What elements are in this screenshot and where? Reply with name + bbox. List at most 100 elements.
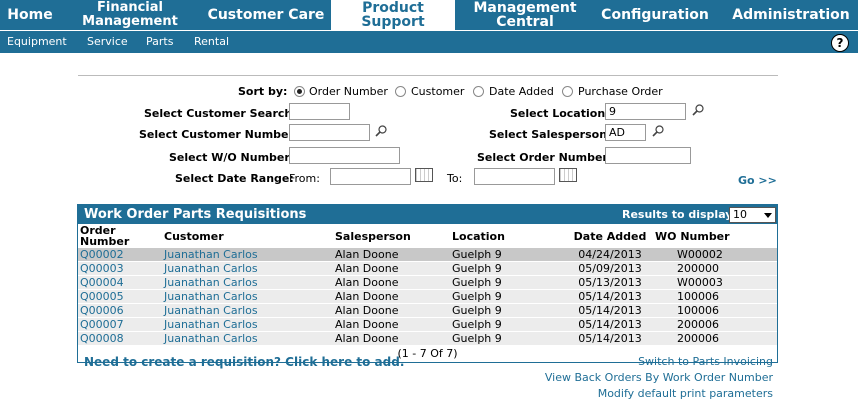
order-number-link[interactable]: Q00005 <box>80 290 124 303</box>
customer-link[interactable]: Juanathan Carlos <box>164 304 258 317</box>
from-calendar-icon[interactable] <box>415 168 433 182</box>
wo-number-cell: 200000 <box>653 261 777 276</box>
search-panel: Sort by: Order Number Customer Date Adde… <box>78 75 778 196</box>
to-label: To: <box>447 172 463 185</box>
salesperson-cell: Alan Doone <box>333 275 450 290</box>
customer-link[interactable]: Juanathan Carlos <box>164 276 258 289</box>
col-salesperson[interactable]: Salesperson <box>333 224 450 248</box>
salesperson-input[interactable]: AD <box>605 124 646 141</box>
col-order-number[interactable]: Order Number <box>78 224 162 248</box>
col-customer[interactable]: Customer <box>162 224 333 248</box>
wo-number-cell: W00002 <box>653 248 777 262</box>
sort-date-added-radio[interactable] <box>473 86 484 97</box>
location-label: Select Location: <box>510 107 610 120</box>
location-cell: Guelph 9 <box>450 331 567 346</box>
help-icon[interactable]: ? <box>831 34 849 52</box>
grid-header: Work Order Parts Requisitions Results to… <box>78 205 777 224</box>
nav-management-central[interactable]: Management Central <box>455 0 595 30</box>
customer-link[interactable]: Juanathan Carlos <box>164 332 258 345</box>
go-button[interactable]: Go >> <box>738 174 777 187</box>
customer-number-label: Select Customer Number: <box>139 128 299 141</box>
order-number-link[interactable]: Q00008 <box>80 332 124 345</box>
customer-search-input[interactable] <box>289 103 350 120</box>
customer-search-label: Select Customer Search: <box>144 107 297 120</box>
salesperson-cell: Alan Doone <box>333 303 450 318</box>
order-number-link[interactable]: Q00004 <box>80 276 124 289</box>
location-lookup-icon[interactable] <box>692 104 704 116</box>
table-row[interactable]: Q00004 Juanathan Carlos Alan Doone Guelp… <box>78 275 777 290</box>
salesperson-label: Select Salesperson: <box>489 128 612 141</box>
from-label: From: <box>289 172 320 185</box>
sort-customer-radio[interactable] <box>395 86 406 97</box>
sort-customer-label: Customer <box>411 85 465 98</box>
nav-configuration[interactable]: Configuration <box>600 0 710 30</box>
table-row[interactable]: Q00002 Juanathan Carlos Alan Doone Guelp… <box>78 248 777 262</box>
sort-purchase-order-label: Purchase Order <box>578 85 663 98</box>
nav-product-support[interactable]: Product Support <box>331 0 455 30</box>
col-wo-number[interactable]: WO Number <box>653 224 777 248</box>
col-date-added[interactable]: Date Added <box>567 224 653 248</box>
salesperson-lookup-icon[interactable] <box>652 125 664 137</box>
location-input[interactable]: 9 <box>605 103 686 120</box>
create-requisition-link[interactable]: Need to create a requisition? Click here… <box>84 355 404 369</box>
customer-lookup-icon[interactable] <box>375 125 387 137</box>
location-cell: Guelph 9 <box>450 261 567 276</box>
location-cell: Guelph 9 <box>450 303 567 318</box>
salesperson-cell: Alan Doone <box>333 331 450 346</box>
results-to-display-value: 10 <box>733 208 747 221</box>
salesperson-cell: Alan Doone <box>333 289 450 304</box>
salesperson-cell: Alan Doone <box>333 248 450 262</box>
sort-order-number-radio[interactable] <box>294 86 305 97</box>
order-number-link[interactable]: Q00007 <box>80 318 124 331</box>
results-to-display-select[interactable]: 10 <box>729 207 776 223</box>
customer-link[interactable]: Juanathan Carlos <box>164 248 258 261</box>
nav-financial-management[interactable]: Financial Management <box>80 0 180 30</box>
date-cell: 05/14/2013 <box>567 331 653 346</box>
salesperson-cell: Alan Doone <box>333 261 450 276</box>
wo-number-cell: 100006 <box>653 289 777 304</box>
sort-order-number-label: Order Number <box>309 85 388 98</box>
table-row[interactable]: Q00006 Juanathan Carlos Alan Doone Guelp… <box>78 303 777 318</box>
order-number-link[interactable]: Q00003 <box>80 262 124 275</box>
table-row[interactable]: Q00008 Juanathan Carlos Alan Doone Guelp… <box>78 331 777 346</box>
customer-link[interactable]: Juanathan Carlos <box>164 290 258 303</box>
location-cell: Guelph 9 <box>450 289 567 304</box>
wo-number-label: Select W/O Number: <box>169 151 295 164</box>
order-number-input[interactable] <box>605 147 691 164</box>
sort-purchase-order-radio[interactable] <box>562 86 573 97</box>
order-number-link[interactable]: Q00006 <box>80 304 124 317</box>
nav-administration[interactable]: Administration <box>728 0 854 30</box>
switch-to-parts-invoicing-link[interactable]: Switch to Parts Invoicing <box>638 355 773 368</box>
nav-home[interactable]: Home <box>0 0 60 30</box>
table-row[interactable]: Q00007 Juanathan Carlos Alan Doone Guelp… <box>78 317 777 332</box>
date-cell: 05/13/2013 <box>567 275 653 290</box>
sub-nav: Equipment Service Parts Rental ? <box>0 30 858 53</box>
table-row[interactable]: Q00005 Juanathan Carlos Alan Doone Guelp… <box>78 289 777 304</box>
subnav-rental[interactable]: Rental <box>194 35 229 48</box>
customer-number-input[interactable] <box>289 124 370 141</box>
wo-number-cell: 100006 <box>653 303 777 318</box>
view-back-orders-link[interactable]: View Back Orders By Work Order Number <box>545 371 773 384</box>
order-number-link[interactable]: Q00002 <box>80 248 124 261</box>
subnav-parts[interactable]: Parts <box>146 35 173 48</box>
from-date-input[interactable] <box>330 168 411 185</box>
subnav-equipment[interactable]: Equipment <box>7 35 67 48</box>
date-cell: 05/14/2013 <box>567 289 653 304</box>
subnav-service[interactable]: Service <box>87 35 128 48</box>
sort-date-added-label: Date Added <box>489 85 554 98</box>
table-row[interactable]: Q00003 Juanathan Carlos Alan Doone Guelp… <box>78 261 777 276</box>
wo-number-cell: W00003 <box>653 275 777 290</box>
wo-number-input[interactable] <box>289 147 400 164</box>
to-date-input[interactable] <box>474 168 555 185</box>
customer-link[interactable]: Juanathan Carlos <box>164 262 258 275</box>
nav-customer-care[interactable]: Customer Care <box>207 0 325 30</box>
customer-link[interactable]: Juanathan Carlos <box>164 318 258 331</box>
date-cell: 05/14/2013 <box>567 317 653 332</box>
chevron-down-icon <box>764 213 772 218</box>
modify-print-parameters-link[interactable]: Modify default print parameters <box>598 387 773 400</box>
location-cell: Guelph 9 <box>450 248 567 262</box>
location-cell: Guelph 9 <box>450 275 567 290</box>
col-location[interactable]: Location <box>450 224 567 248</box>
to-calendar-icon[interactable] <box>559 168 577 182</box>
sort-by-label: Sort by: <box>238 85 288 98</box>
